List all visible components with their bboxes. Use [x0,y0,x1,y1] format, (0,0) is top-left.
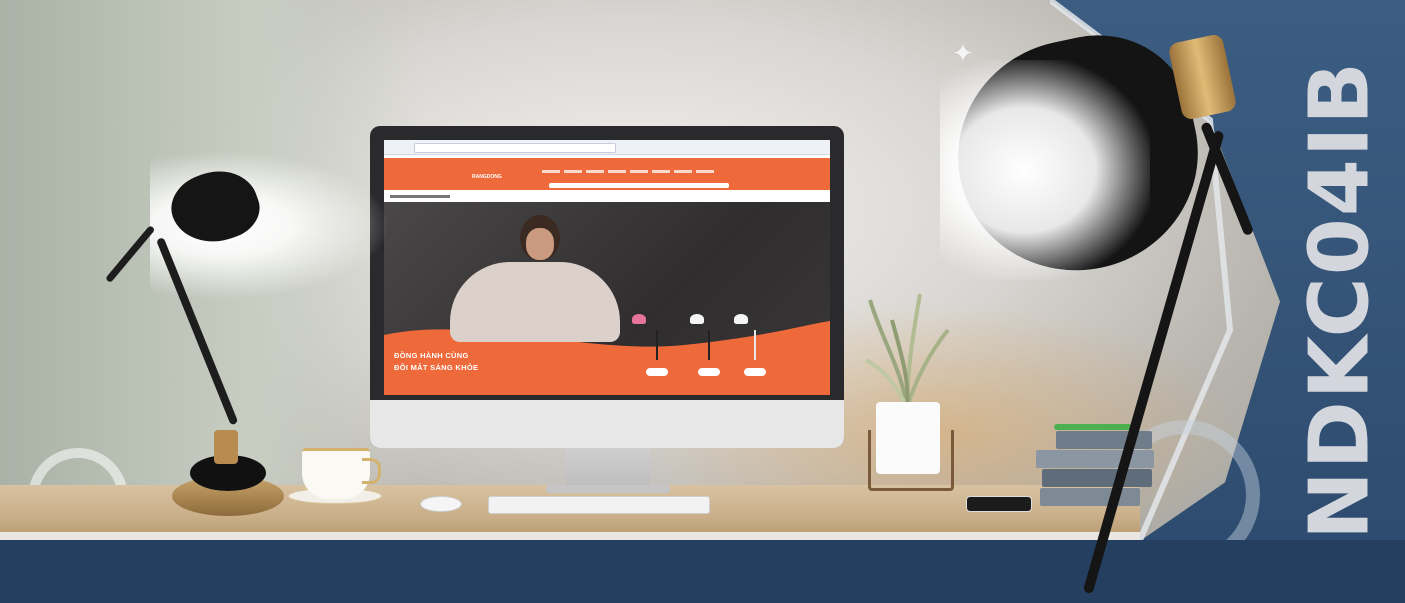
site-logo: RANGDONG [472,174,502,180]
left-lamp-joint [214,430,238,464]
screen-lamp-black-shade [690,314,704,324]
product-code: NDKC04IB [1292,60,1388,540]
hero-person-body [450,262,620,342]
nav-item [564,170,582,173]
hero-tagline-line2: ĐÔI MẮT SÁNG KHỎE [394,363,479,372]
green-pen [1054,424,1132,430]
smartphone [966,496,1032,512]
site-breadcrumb [390,195,450,198]
screen-lamp-pink-base [646,368,668,376]
mouse [420,496,462,512]
hero-person-face [526,228,554,260]
bottom-strip [0,540,1405,603]
nav-item [542,170,560,173]
nav-item [652,170,670,173]
keyboard [488,496,710,514]
plant-stand [868,430,954,491]
site-search-bar [549,183,729,188]
coffee-cup [302,448,370,499]
screen-lamp-white-pole [754,330,756,360]
screen-lamp-white-base [744,368,766,376]
nav-item [696,170,714,173]
monitor-stand [566,448,650,488]
hero-tagline: ĐỒNG HÀNH CÙNG ĐÔI MẮT SÁNG KHỎE [394,350,478,374]
screen-lamp-black-base [698,368,720,376]
nav-item [674,170,692,173]
nav-item [630,170,648,173]
site-nav [542,170,752,174]
screen-lamp-black-pole [708,330,710,360]
banner-scene: ✦ RANGDONG ĐỒNG HÀNH CÙNG ĐÔI MẮT SÁNG K… [0,0,1405,603]
browser-url-bar [414,143,616,153]
nav-item [608,170,626,173]
book [1036,450,1154,468]
book [1040,488,1140,506]
hero-tagline-line1: ĐỒNG HÀNH CÙNG [394,351,469,360]
screen-lamp-white-shade [734,314,748,324]
screen-lamp-pink-pole [656,330,658,360]
book [1042,469,1152,487]
nav-item [586,170,604,173]
product-code-wrap: NDKC04IB [1290,8,1390,593]
right-lamp-light [940,60,1150,280]
screen-lamp-pink-shade [632,314,646,324]
monitor-stand-base [546,485,670,493]
plant-leaves [865,293,950,408]
browser-toolbar [384,140,830,155]
monitor-screen: RANGDONG ĐỒNG HÀNH CÙNG ĐÔI MẮT SÁNG KHỎ… [384,140,830,395]
coffee-cup-handle [362,458,381,484]
monitor-chin [370,400,844,448]
